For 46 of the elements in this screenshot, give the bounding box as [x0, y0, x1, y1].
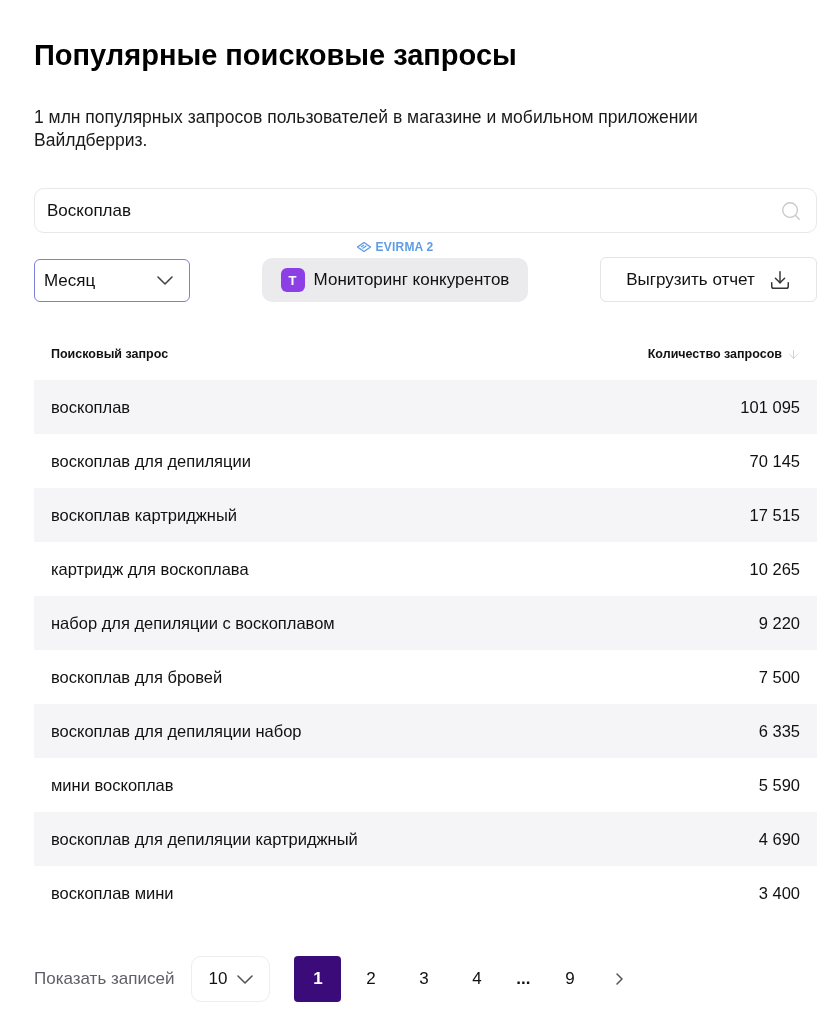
count-cell: 17 515	[749, 505, 800, 525]
count-cell: 10 265	[749, 559, 800, 579]
query-cell: воскоплав для депиляции набор	[51, 721, 302, 741]
page-gap-ellipsis: ...	[515, 969, 532, 989]
query-cell: воскоплав мини	[51, 883, 174, 903]
chevron-right-icon	[615, 973, 623, 985]
period-select[interactable]: Месяц	[34, 259, 190, 302]
count-cell: 101 095	[740, 397, 800, 417]
monitoring-button[interactable]: T Мониторинг конкурентов	[262, 258, 528, 302]
page-size-select[interactable]: 10	[191, 956, 271, 1002]
search-icon	[780, 199, 802, 222]
page-title: Популярные поисковые запросы	[34, 38, 517, 73]
column-header[interactable]: Количество запросов	[647, 347, 782, 361]
page-button[interactable]: 9	[546, 956, 594, 1002]
count-cell: 5 590	[758, 775, 800, 795]
query-cell: воскоплав для депиляции картриджный	[51, 829, 358, 849]
count-cell: 3 400	[758, 883, 800, 903]
search-value: Воскоплав	[47, 200, 131, 221]
page-button[interactable]: 2	[347, 956, 395, 1002]
query-cell: картридж для воскоплава	[51, 559, 249, 579]
query-cell: воскоплав картриджный	[51, 505, 238, 525]
query-cell: набор для депиляции с воскоплавом	[51, 613, 335, 633]
count-cell: 7 500	[758, 667, 800, 687]
query-cell: воскоплав	[51, 397, 131, 417]
count-cell: 6 335	[758, 721, 800, 741]
search-field[interactable]: Воскоплав	[34, 188, 817, 233]
page-description: 1 млн популярных запросов пользователей в магазине и мобильном приложении Вайлдберриз.	[34, 106, 699, 152]
letter-badge-icon: T	[280, 268, 305, 292]
export-button[interactable]: Выгрузить отчет	[600, 257, 817, 302]
chevron-down-icon	[237, 974, 254, 984]
query-cell: воскоплав для бровей	[51, 667, 223, 687]
page-button[interactable]: 4	[453, 956, 501, 1002]
sort-arrow-icon[interactable]	[787, 347, 800, 361]
count-cell: 4 690	[758, 829, 800, 849]
count-cell: 70 145	[749, 451, 800, 471]
query-cell: воскоплав для депиляции	[51, 451, 251, 471]
count-cell: 9 220	[758, 613, 800, 633]
page-button[interactable]: 3	[400, 956, 448, 1002]
download-icon	[768, 268, 791, 291]
column-header[interactable]: Поисковый запрос	[51, 347, 169, 361]
chevron-down-icon	[157, 276, 173, 285]
page-button[interactable]: 1	[294, 956, 342, 1002]
promo-label: EVIRMA 2	[375, 240, 434, 254]
page-size-label: Показать записей	[34, 969, 175, 989]
query-cell: мини воскоплав	[51, 775, 174, 795]
diamond-logo-icon	[356, 242, 371, 252]
